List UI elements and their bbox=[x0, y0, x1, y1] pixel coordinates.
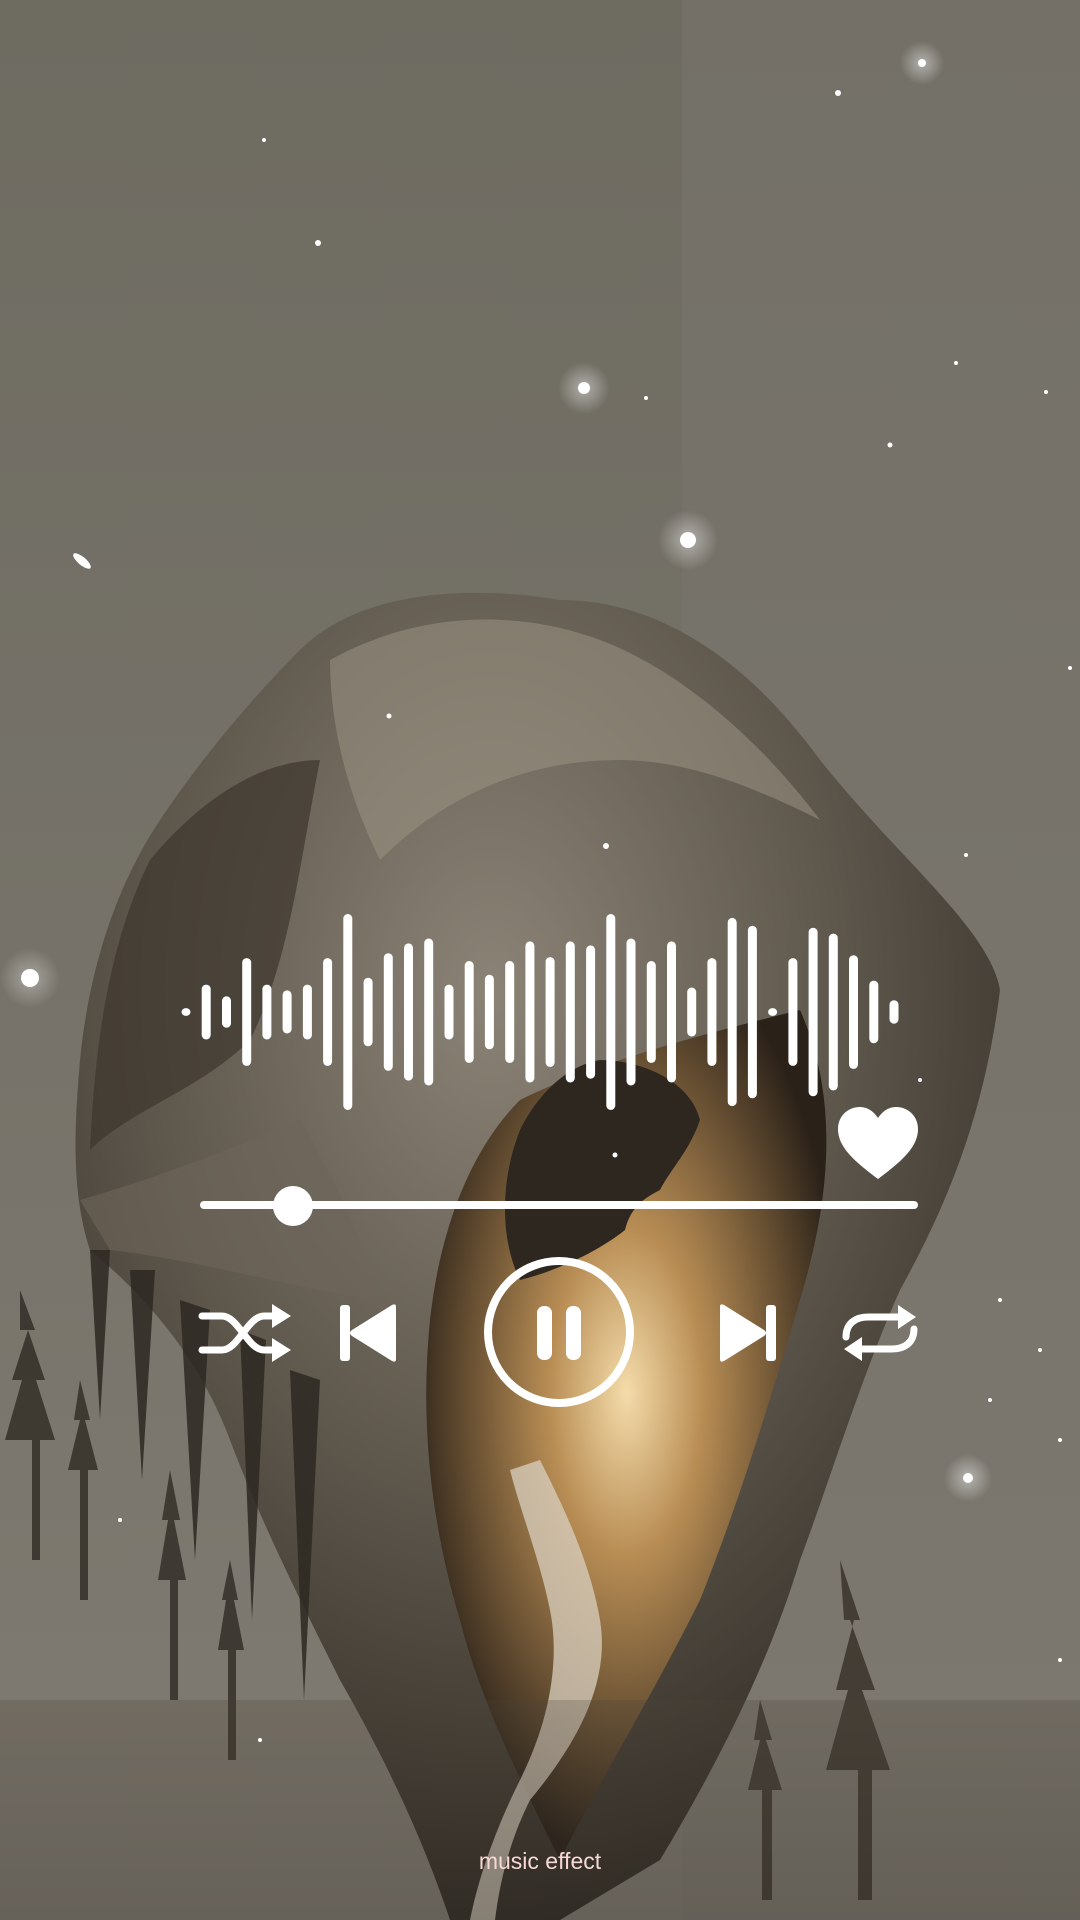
play-pause-button[interactable] bbox=[483, 1256, 635, 1408]
heart-icon bbox=[838, 1107, 918, 1179]
background-artwork bbox=[0, 0, 1080, 1920]
previous-button[interactable] bbox=[338, 1303, 398, 1363]
caption-text: music effect bbox=[478, 1848, 602, 1874]
skip-previous-icon bbox=[340, 1304, 396, 1362]
repeat-button[interactable] bbox=[838, 1301, 922, 1365]
like-button[interactable] bbox=[836, 1105, 920, 1181]
shuffle-button[interactable] bbox=[198, 1303, 292, 1363]
repeat-icon bbox=[842, 1305, 918, 1361]
next-button[interactable] bbox=[718, 1303, 778, 1363]
skip-next-icon bbox=[720, 1304, 776, 1362]
shuffle-icon bbox=[198, 1304, 291, 1362]
pause-icon bbox=[484, 1257, 634, 1407]
